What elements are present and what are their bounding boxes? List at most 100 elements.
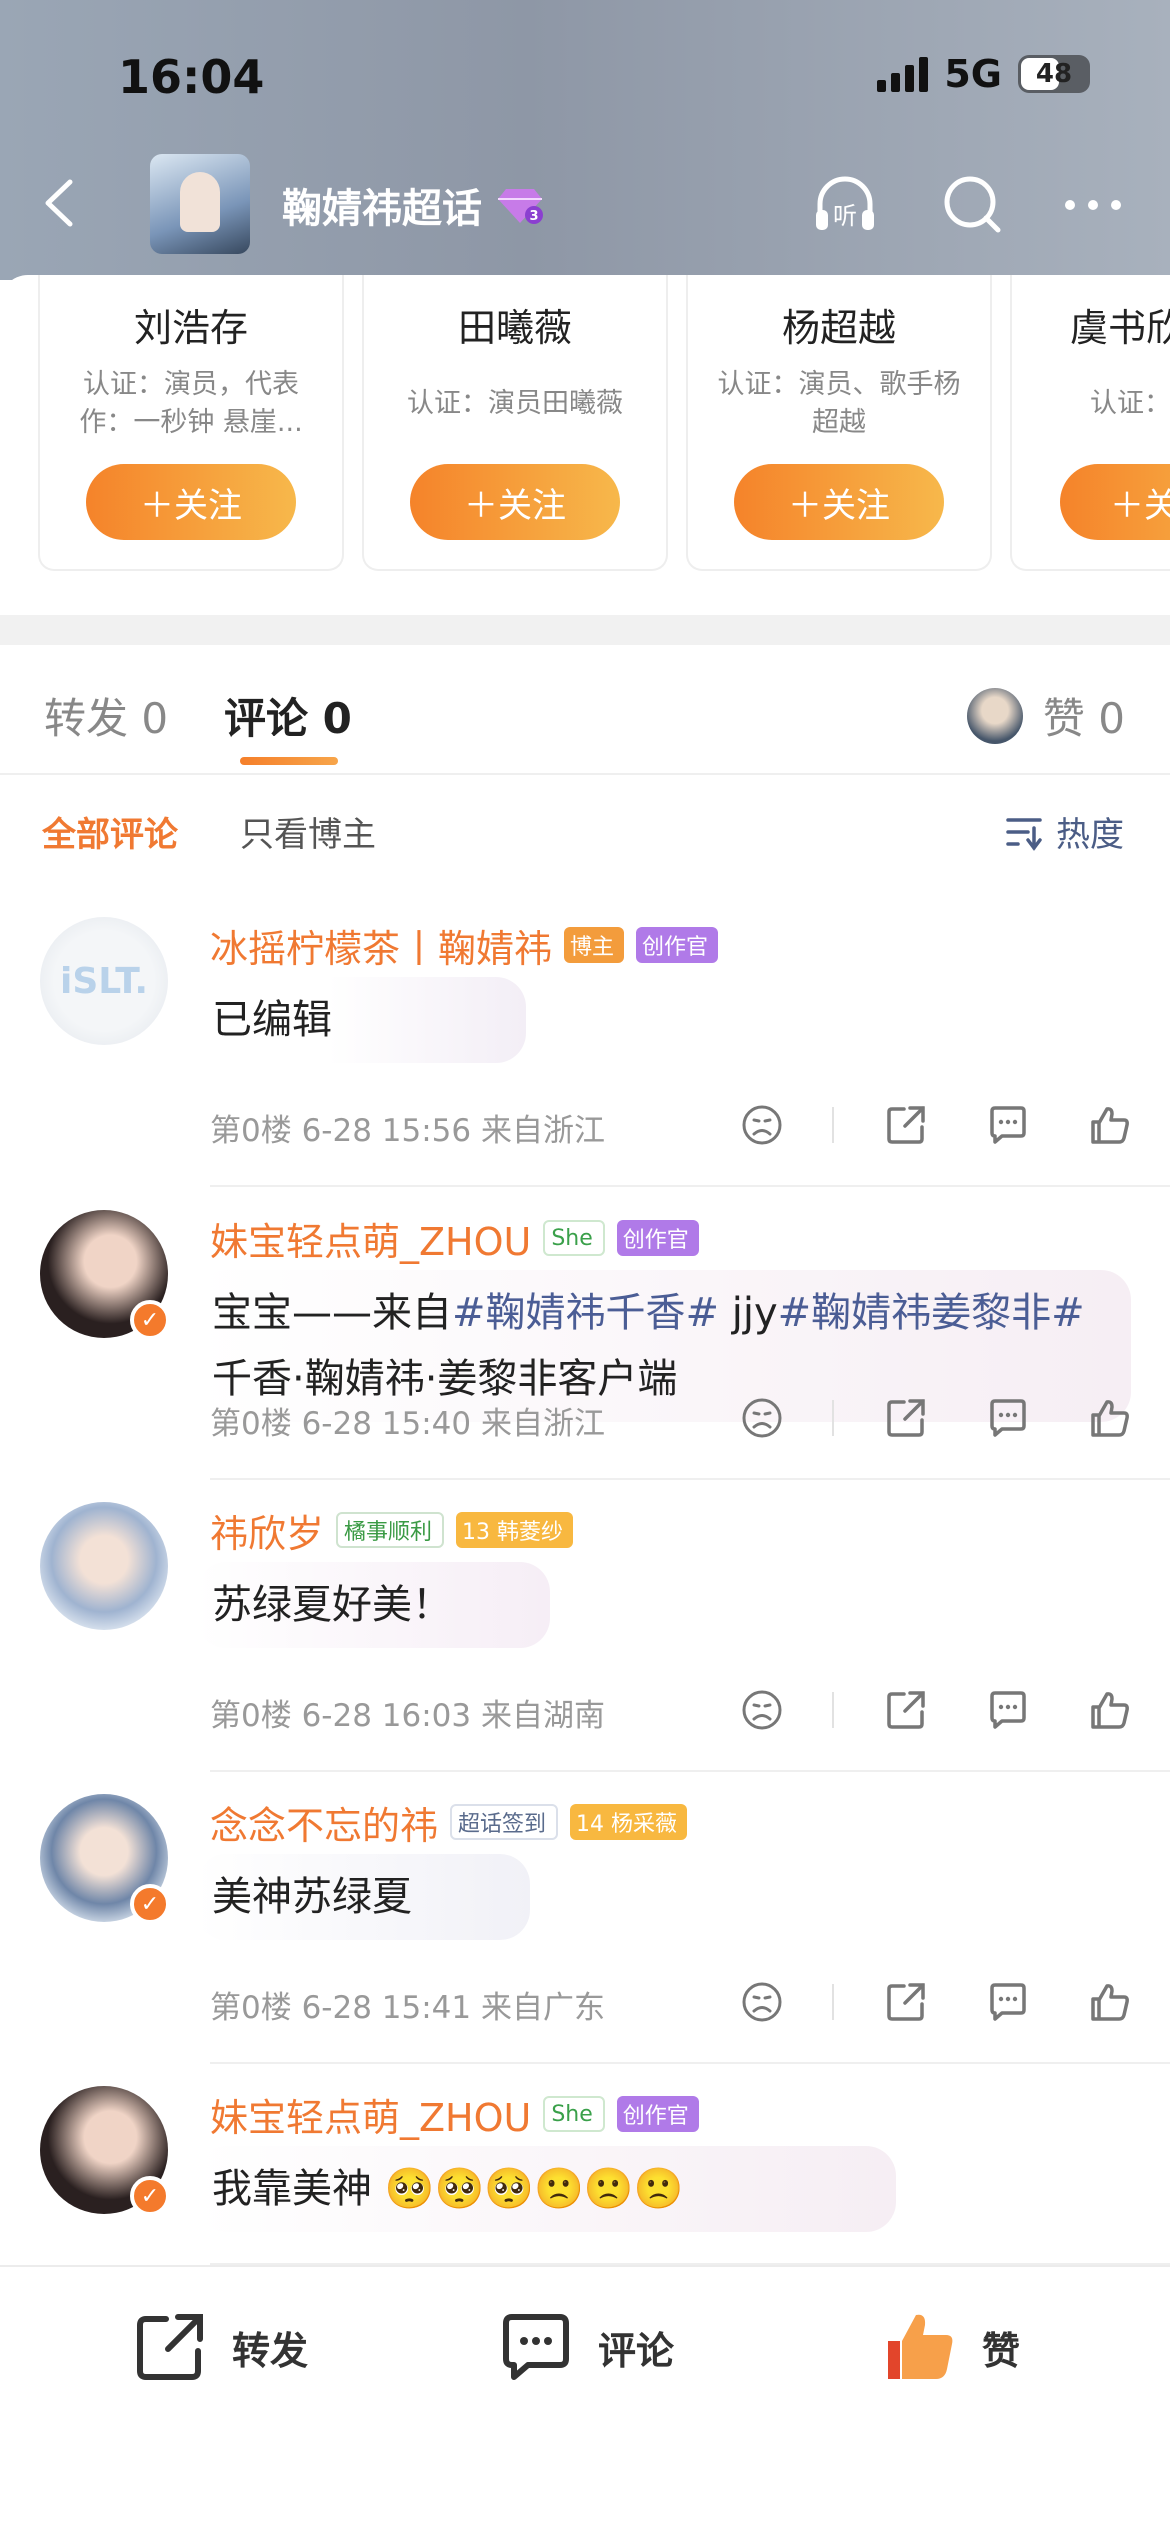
follow-button[interactable]: ＋关注	[86, 464, 296, 540]
more-icon[interactable]	[1058, 170, 1128, 240]
tab-comment[interactable]: 评论 0	[224, 685, 352, 746]
comment-body[interactable]: 我靠美神 🥺🥺🥺🙁🙁🙁	[196, 2146, 896, 2232]
commenter-name[interactable]: 念念不忘的祎	[210, 1795, 438, 1850]
liker-avatar	[966, 687, 1023, 744]
comment-actions	[690, 1388, 1140, 1448]
user-badge[interactable]: 博主	[564, 927, 625, 963]
filter-all[interactable]: 全部评论	[42, 807, 178, 856]
listen-icon[interactable]: 听	[810, 170, 880, 240]
comment-item: ✓ 妹宝轻点萌_ZHOU She 创作官 我靠美神 🥺🥺🥺🙁🙁🙁	[0, 2064, 1170, 2265]
comment-meta: 第0楼 6-28 15:56 来自浙江	[210, 1113, 605, 1149]
comment-meta: 第0楼 6-28 15:41 来自广东	[210, 1990, 605, 2026]
dislike-button[interactable]	[732, 1680, 792, 1740]
comment-button[interactable]: 评论	[496, 2307, 674, 2387]
commenter-avatar[interactable]	[40, 1502, 168, 1630]
filter-bar: 全部评论 只看博主 热度	[0, 775, 1170, 885]
search-icon[interactable]	[938, 170, 1008, 240]
comment-header: 念念不忘的祎 超话签到 14 杨采薇	[210, 1795, 688, 1850]
user-badge[interactable]: She	[543, 1220, 605, 1256]
user-badge[interactable]: 创作官	[616, 1220, 699, 1256]
recommend-card[interactable]: 刘浩存 认证：演员，代表作：一秒钟 悬崖... ＋关注	[38, 275, 344, 571]
like-count-label: 赞 0	[1042, 694, 1125, 743]
comment-actions	[690, 1680, 1140, 1740]
card-desc: 认证：演员、歌手杨超越	[717, 369, 961, 438]
recommend-card[interactable]: 杨超越 认证：演员、歌手杨超越 ＋关注	[686, 275, 992, 571]
commenter-name[interactable]: 祎欣岁	[210, 1503, 324, 1558]
sort-button[interactable]: 热度	[1004, 807, 1124, 856]
comment-body[interactable]: 美神苏绿夏	[196, 1854, 530, 1940]
diamond-level-icon: 3	[498, 189, 543, 224]
user-badge[interactable]: 橘事顺利	[336, 1512, 445, 1548]
share-button[interactable]	[876, 1388, 936, 1448]
user-badge[interactable]: 创作官	[636, 927, 719, 963]
comment-item: 祎欣岁 橘事顺利 13 韩菱纱 苏绿夏好美！ 第0楼 6-28 16:03 来自湖…	[0, 1480, 1170, 1772]
topic-title[interactable]: 鞠婧祎超话 3	[282, 176, 544, 234]
comment-label: 评论	[598, 2328, 675, 2373]
follow-button[interactable]: ＋关注	[410, 464, 620, 540]
share-button[interactable]	[876, 1095, 936, 1155]
commenter-avatar[interactable]: iSLT.	[40, 917, 168, 1045]
comment-text: 我靠美神 🥺🥺🥺🙁🙁🙁	[212, 2166, 684, 2212]
comment-header: 祎欣岁 橘事顺利 13 韩菱纱	[210, 1503, 574, 1558]
repost-icon	[137, 2314, 203, 2380]
like-action-button[interactable]: 赞	[880, 2307, 1020, 2387]
badge-label: 14 杨采薇	[576, 1812, 678, 1837]
back-icon[interactable]	[34, 176, 88, 230]
follow-button[interactable]: ＋关	[1060, 464, 1170, 540]
badge-label: 创作官	[622, 1228, 689, 1253]
card-name: 杨超越	[781, 306, 896, 350]
recommend-card[interactable]: 田曦薇 认证：演员田曦薇 ＋关注	[362, 275, 668, 571]
comment-icon	[990, 1983, 1026, 2021]
dislike-button[interactable]	[732, 1095, 792, 1155]
filter-blogger-only[interactable]: 只看博主	[240, 807, 376, 856]
topic-avatar[interactable]	[150, 154, 250, 254]
user-badge[interactable]: She	[543, 2096, 605, 2132]
commenter-avatar[interactable]: ✓	[40, 2086, 170, 2216]
comment-meta: 第0楼 6-28 16:03 来自湖南	[210, 1698, 605, 1734]
reply-button[interactable]	[978, 1680, 1038, 1740]
reply-button[interactable]	[978, 1095, 1038, 1155]
like-button[interactable]	[1080, 1680, 1140, 1740]
user-badge[interactable]: 超话签到	[450, 1804, 559, 1840]
sort-label: 热度	[1056, 815, 1124, 855]
commenter-name[interactable]: 妹宝轻点萌_ZHOU	[210, 1211, 531, 1266]
comment-tabs: 转发 0 评论 0 赞 0	[0, 645, 1170, 775]
comment-body[interactable]: 已编辑	[196, 977, 526, 1063]
commenter-name[interactable]: 冰摇柠檬茶丨鞠婧祎	[210, 918, 552, 973]
commenter-avatar[interactable]: ✓	[40, 1210, 170, 1340]
verified-badge-icon: ✓	[130, 2176, 170, 2216]
verified-badge-icon: ✓	[130, 1300, 170, 1340]
reply-button[interactable]	[978, 1388, 1038, 1448]
tab-repost[interactable]: 转发 0	[44, 685, 168, 746]
repost-button[interactable]: 转发	[130, 2307, 308, 2387]
commenter-avatar[interactable]: ✓	[40, 1794, 170, 1924]
commenter-name[interactable]: 妹宝轻点萌_ZHOU	[210, 2087, 531, 2142]
sort-icon	[1006, 817, 1042, 851]
thumbs-up-icon	[1091, 1107, 1129, 1144]
card-desc: 认证：演员，代表作：一秒钟 悬崖...	[79, 369, 303, 438]
recommend-card[interactable]: 虞书欣 认证： ＋关	[1010, 275, 1170, 571]
dislike-button[interactable]	[732, 1388, 792, 1448]
like-button[interactable]	[1080, 1972, 1140, 2032]
like-button[interactable]	[1080, 1388, 1140, 1448]
reply-button[interactable]	[978, 1972, 1038, 2032]
comment-meta: 第0楼 6-28 15:40 来自浙江	[210, 1406, 605, 1442]
share-button[interactable]	[876, 1680, 936, 1740]
dislike-button[interactable]	[732, 1972, 792, 2032]
hashtag-link[interactable]: #鞠婧祎千香#	[452, 1290, 719, 1336]
user-badge[interactable]: 14 杨采薇	[570, 1804, 688, 1840]
avatar-image	[40, 1502, 168, 1630]
actions-separator	[832, 1692, 834, 1728]
comment-header: 冰摇柠檬茶丨鞠婧祎 博主 创作官	[210, 918, 719, 973]
comment-body[interactable]: 苏绿夏好美！	[196, 1562, 550, 1648]
hashtag-link[interactable]: #鞠婧祎姜黎非#	[778, 1290, 1085, 1336]
follow-button[interactable]: ＋关注	[734, 464, 944, 540]
user-badge[interactable]: 13 韩菱纱	[456, 1512, 574, 1548]
status-indicators: 5G 48	[877, 52, 1090, 96]
sad-face-icon	[742, 1398, 782, 1438]
like-button[interactable]	[1080, 1095, 1140, 1155]
user-badge[interactable]: 创作官	[616, 2096, 699, 2132]
share-button[interactable]	[876, 1972, 936, 2032]
tab-like[interactable]: 赞 0	[966, 685, 1125, 746]
status-time: 16:04	[118, 50, 265, 104]
